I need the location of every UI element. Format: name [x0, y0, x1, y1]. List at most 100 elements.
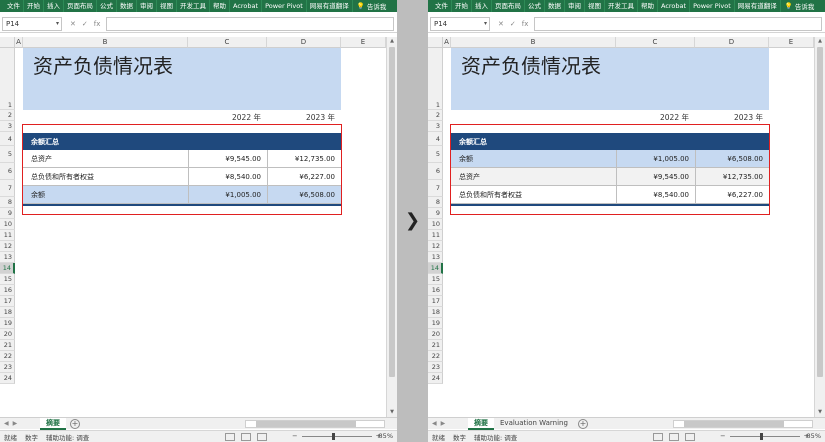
ribbon-tab[interactable]: Power Pivot — [690, 0, 735, 12]
column-header[interactable]: E — [769, 37, 814, 48]
ribbon-tab[interactable]: 插入 — [472, 0, 492, 12]
scroll-up-icon[interactable]: ▲ — [387, 37, 397, 46]
scroll-down-icon[interactable]: ▼ — [815, 408, 825, 417]
page-break-icon[interactable] — [685, 433, 695, 441]
zoom-percent[interactable]: 85% — [807, 431, 821, 442]
row-header[interactable]: 20 — [428, 329, 443, 340]
ribbon-tab[interactable]: 页面布局 — [492, 0, 525, 12]
zoom-slider[interactable] — [729, 432, 800, 440]
ribbon-tab[interactable]: 公式 — [97, 0, 117, 12]
enter-icon[interactable]: ✓ — [510, 20, 516, 28]
horizontal-scrollbar[interactable] — [673, 420, 813, 428]
row-header[interactable]: 17 — [0, 296, 15, 307]
row-header[interactable]: 14 — [428, 263, 443, 274]
column-header[interactable]: E — [341, 37, 386, 48]
chevron-right-icon[interactable]: ▶ — [441, 420, 446, 427]
row-header[interactable]: 2 — [0, 110, 15, 121]
ribbon-tab[interactable]: 文件 — [432, 0, 452, 12]
row-header[interactable]: 8 — [0, 197, 15, 208]
cancel-icon[interactable]: ✕ — [498, 20, 504, 28]
row-header[interactable]: 13 — [428, 252, 443, 263]
ribbon-tab[interactable]: 开始 — [452, 0, 472, 12]
zoom-out-icon[interactable]: − — [720, 432, 725, 440]
cancel-icon[interactable]: ✕ — [70, 20, 76, 28]
formula-input[interactable] — [106, 16, 394, 31]
row-header[interactable]: 5 — [0, 146, 15, 163]
tell-me-search[interactable]: 💡 告诉我 — [357, 1, 387, 11]
row-header[interactable]: 4 — [428, 132, 443, 146]
row-header[interactable]: 24 — [428, 373, 443, 384]
row-header[interactable]: 15 — [0, 274, 15, 285]
ribbon-tab[interactable]: 帮助 — [638, 0, 658, 12]
ribbon-tab[interactable]: 数据 — [545, 0, 565, 12]
horizontal-scroll-thumb[interactable] — [256, 421, 356, 427]
row-header[interactable]: 19 — [0, 318, 15, 329]
ribbon-tab[interactable]: 开始 — [24, 0, 44, 12]
column-header[interactable]: B — [23, 37, 188, 48]
row-header[interactable]: 24 — [0, 373, 15, 384]
row-header[interactable]: 13 — [0, 252, 15, 263]
row-header[interactable]: 7 — [0, 180, 15, 197]
ribbon-tab[interactable]: 开发工具 — [177, 0, 210, 12]
chevron-right-icon[interactable]: ▶ — [13, 420, 18, 427]
row-header[interactable]: 10 — [0, 219, 15, 230]
row-header[interactable]: 5 — [428, 146, 443, 163]
status-accessibility[interactable]: 辅助功能: 调查 — [474, 432, 517, 442]
row-header[interactable]: 17 — [428, 296, 443, 307]
worksheet-grid[interactable]: A B C D E 1 2 3 4 5 6 7 8 9 10 11 12 13 14 15 16 17 18 19 20 21 22… — [0, 37, 386, 417]
column-header[interactable]: D — [695, 37, 769, 48]
row-header[interactable]: 4 — [0, 132, 15, 146]
normal-view-icon[interactable] — [653, 433, 663, 441]
row-header[interactable]: 22 — [428, 351, 443, 362]
horizontal-scrollbar[interactable] — [245, 420, 385, 428]
formula-input[interactable] — [534, 16, 822, 31]
ribbon-tab[interactable]: 页面布局 — [64, 0, 97, 12]
sheet-tab[interactable]: 摘要 — [468, 417, 494, 430]
add-sheet-icon[interactable]: + — [577, 418, 588, 429]
ribbon-tab[interactable]: 帮助 — [210, 0, 230, 12]
ribbon-tab[interactable]: 开发工具 — [605, 0, 638, 12]
row-header[interactable]: 20 — [0, 329, 15, 340]
column-header[interactable]: C — [188, 37, 267, 48]
row-header[interactable]: 7 — [428, 180, 443, 197]
row-header[interactable]: 15 — [428, 274, 443, 285]
fx-icon[interactable]: fx — [522, 20, 529, 28]
scroll-thumb[interactable] — [817, 47, 823, 377]
row-header[interactable]: 10 — [428, 219, 443, 230]
row-header[interactable]: 6 — [0, 163, 15, 180]
ribbon-tab[interactable]: 审阅 — [137, 0, 157, 12]
ribbon-tab[interactable]: 公式 — [525, 0, 545, 12]
row-header[interactable]: 18 — [428, 307, 443, 318]
row-header[interactable]: 16 — [0, 285, 15, 296]
scroll-up-icon[interactable]: ▲ — [815, 37, 825, 46]
column-header[interactable]: D — [267, 37, 341, 48]
page-layout-icon[interactable] — [241, 433, 251, 441]
page-layout-icon[interactable] — [669, 433, 679, 441]
name-box[interactable]: P14 ▾ — [430, 16, 490, 31]
ribbon-tab[interactable]: Acrobat — [230, 0, 263, 12]
row-header[interactable]: 2 — [428, 110, 443, 121]
column-header[interactable]: A — [443, 37, 451, 48]
page-break-icon[interactable] — [257, 433, 267, 441]
ribbon-tab[interactable]: 审阅 — [565, 0, 585, 12]
row-header[interactable]: 23 — [428, 362, 443, 373]
zoom-slider[interactable] — [301, 432, 372, 440]
row-header[interactable]: 11 — [0, 230, 15, 241]
row-header[interactable]: 21 — [428, 340, 443, 351]
sheet-tab[interactable]: 摘要 — [40, 417, 66, 430]
row-header[interactable]: 16 — [428, 285, 443, 296]
ribbon-tab[interactable]: 数据 — [117, 0, 137, 12]
column-header[interactable]: C — [616, 37, 695, 48]
row-header[interactable]: 9 — [0, 208, 15, 219]
fx-icon[interactable]: fx — [94, 20, 101, 28]
row-header[interactable]: 11 — [428, 230, 443, 241]
chevron-down-icon[interactable]: ▾ — [484, 18, 487, 30]
column-header[interactable]: B — [451, 37, 616, 48]
ribbon-tab[interactable]: Power Pivot — [262, 0, 307, 12]
chevron-down-icon[interactable]: ▾ — [56, 18, 59, 30]
vertical-scrollbar[interactable]: ▲ ▼ — [814, 37, 825, 417]
row-header[interactable]: 3 — [0, 121, 15, 132]
ribbon-tab[interactable]: 网易有道翻译 — [307, 0, 353, 12]
zoom-percent[interactable]: 85% — [379, 431, 393, 442]
row-header[interactable]: 21 — [0, 340, 15, 351]
